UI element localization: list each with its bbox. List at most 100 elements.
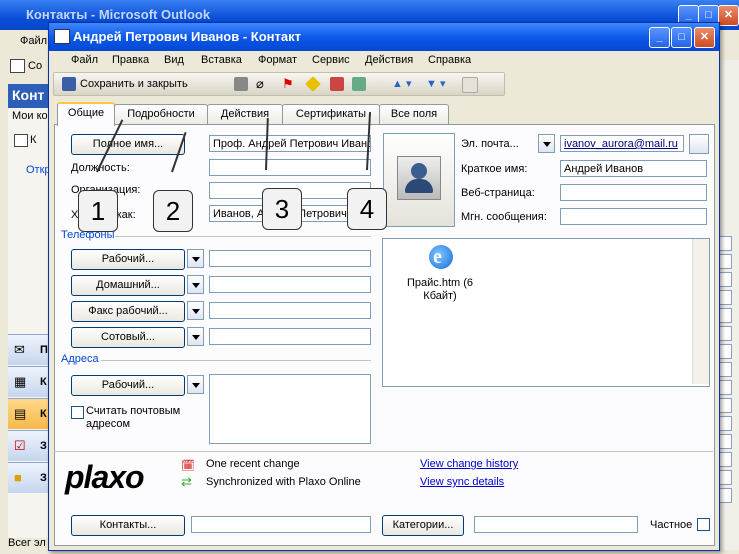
- bg-nav-open-link[interactable]: Откр: [26, 164, 51, 176]
- full-name-field[interactable]: Проф. Андрей Петрович Ивано: [209, 135, 371, 152]
- categories-button[interactable]: Категории...: [382, 515, 464, 536]
- bg-toolbar-label[interactable]: Со: [28, 60, 42, 72]
- address-section-title: Адреса: [61, 353, 99, 365]
- minimize-button[interactable]: _: [649, 27, 670, 48]
- mailing-address-checkbox[interactable]: [71, 406, 84, 419]
- view-change-history-link[interactable]: View change history: [420, 458, 518, 470]
- contact-photo-button[interactable]: [383, 133, 455, 227]
- view-sync-details-link[interactable]: View sync details: [420, 476, 504, 488]
- phones-divider: [115, 236, 371, 237]
- short-name-field[interactable]: Андрей Иванов: [560, 160, 707, 177]
- im-field[interactable]: [560, 208, 707, 225]
- web-page-field[interactable]: [560, 184, 707, 201]
- sync-status-text: Synchronized with Plaxo Online: [206, 476, 361, 488]
- flag-icon[interactable]: ⚑: [282, 76, 294, 92]
- phone-business-dropdown[interactable]: [187, 249, 204, 268]
- categories-field[interactable]: [474, 516, 638, 533]
- private-checkbox[interactable]: [697, 518, 710, 531]
- tab-activities[interactable]: Действия: [207, 104, 283, 124]
- internet-explorer-icon[interactable]: e: [427, 243, 455, 271]
- menu-insert[interactable]: Вставка: [201, 54, 242, 66]
- menu-format[interactable]: Формат: [258, 54, 297, 66]
- history-icon: 🗓: [181, 460, 195, 472]
- notes-area[interactable]: e Прайс.htm (6 Кбайт): [382, 238, 710, 387]
- notes-scrollbar[interactable]: [692, 239, 709, 384]
- attach-icon[interactable]: ⌀: [256, 76, 264, 92]
- contact-window: Андрей Петрович Иванов - Контакт _ □ ✕ Ф…: [48, 22, 720, 551]
- bg-nav-button-label: К: [40, 376, 47, 388]
- short-name-label: Краткое имя:: [461, 163, 528, 175]
- web-page-label: Веб-страница:: [461, 187, 535, 199]
- phone-fax-button[interactable]: Факс рабочий...: [71, 301, 185, 322]
- bg-status-text: Всег эл: [8, 537, 46, 549]
- address-dropdown[interactable]: [187, 375, 204, 394]
- im-label: Мгн. сообщения:: [461, 211, 547, 223]
- tab-details[interactable]: Подробности: [114, 104, 208, 124]
- print-icon[interactable]: [234, 77, 248, 91]
- email-field[interactable]: ivanov_aurora@mail.ru: [560, 135, 684, 152]
- tab-general[interactable]: Общие: [57, 102, 115, 126]
- email-dropdown[interactable]: [538, 134, 555, 153]
- bg-nav-sub: Мои ко: [12, 110, 48, 122]
- callout-2: 2: [153, 190, 193, 232]
- maximize-button[interactable]: □: [671, 27, 692, 48]
- phone-mobile-field[interactable]: [209, 328, 371, 345]
- follow-up-icon[interactable]: [305, 76, 321, 92]
- callout-4: 4: [347, 188, 387, 230]
- menu-view[interactable]: Вид: [164, 54, 184, 66]
- menu-tools[interactable]: Сервис: [312, 54, 350, 66]
- phone-home-button[interactable]: Домашний...: [71, 275, 185, 296]
- position-field[interactable]: [209, 159, 371, 176]
- address-business-button[interactable]: Рабочий...: [71, 375, 185, 396]
- attachment-label[interactable]: Прайс.htm (6 Кбайт): [401, 277, 479, 303]
- phone-mobile-button[interactable]: Сотовый...: [71, 327, 185, 348]
- mailing-address-label: Считать почтовым адресом: [86, 405, 181, 430]
- tasks-icon: ☑: [14, 438, 26, 453]
- full-name-button[interactable]: Полное имя...: [71, 134, 185, 155]
- contact-title-bar: Андрей Петрович Иванов - Контакт _ □ ✕: [49, 23, 719, 51]
- next-icon[interactable]: ▼ ▾: [426, 76, 445, 92]
- mail-icon: ✉: [14, 342, 25, 357]
- bg-close-button[interactable]: ✕: [718, 5, 739, 26]
- explorer-icon[interactable]: [352, 77, 366, 91]
- contacts-icon: ▤: [14, 406, 27, 421]
- contacts-button[interactable]: Контакты...: [71, 515, 185, 536]
- menu-file[interactable]: Файл: [71, 54, 98, 66]
- menu-actions[interactable]: Действия: [365, 54, 413, 66]
- phone-home-dropdown[interactable]: [187, 275, 204, 294]
- callout-1: 1: [78, 190, 118, 232]
- spelling-icon[interactable]: [462, 77, 478, 93]
- address-book-icon[interactable]: [689, 134, 709, 154]
- bg-new-contact-icon[interactable]: [10, 59, 25, 73]
- address-divider: [101, 360, 371, 361]
- bg-nav-header-text: Конт: [12, 87, 45, 103]
- plaxo-logo: plaxo: [65, 459, 145, 495]
- menu-help[interactable]: Справка: [428, 54, 471, 66]
- background-title: Контакты - Microsoft Outlook: [26, 7, 211, 22]
- plaxo-divider: [54, 451, 713, 452]
- bg-nav-button-label: К: [40, 408, 47, 420]
- sync-icon: ⇄: [181, 474, 192, 489]
- phone-business-button[interactable]: Рабочий...: [71, 249, 185, 270]
- menu-edit[interactable]: Правка: [112, 54, 149, 66]
- phone-mobile-dropdown[interactable]: [187, 327, 204, 346]
- bg-nav-button-label: З: [40, 440, 47, 452]
- contacts-field[interactable]: [191, 516, 371, 533]
- save-close-button[interactable]: Сохранить и закрыть: [80, 76, 188, 92]
- tab-all-fields[interactable]: Все поля: [379, 104, 449, 124]
- phone-fax-field[interactable]: [209, 302, 371, 319]
- save-icon: [62, 77, 76, 91]
- address-field[interactable]: [209, 374, 371, 444]
- close-button[interactable]: ✕: [694, 27, 715, 48]
- tab-certificates[interactable]: Сертификаты: [282, 104, 380, 124]
- bg-nav-item[interactable]: К: [30, 134, 36, 146]
- toolbar: Сохранить и закрыть ⌀ ⚑ ▲ ▾ ▼ ▾: [53, 72, 505, 96]
- phone-fax-dropdown[interactable]: [187, 301, 204, 320]
- previous-icon[interactable]: ▲ ▾: [392, 76, 411, 92]
- phone-business-field[interactable]: [209, 250, 371, 267]
- card-icon[interactable]: [330, 77, 344, 91]
- email-label[interactable]: Эл. почта...: [461, 138, 519, 150]
- phone-home-field[interactable]: [209, 276, 371, 293]
- private-label: Частное: [650, 519, 693, 531]
- bg-menu-file[interactable]: Файл: [20, 35, 47, 47]
